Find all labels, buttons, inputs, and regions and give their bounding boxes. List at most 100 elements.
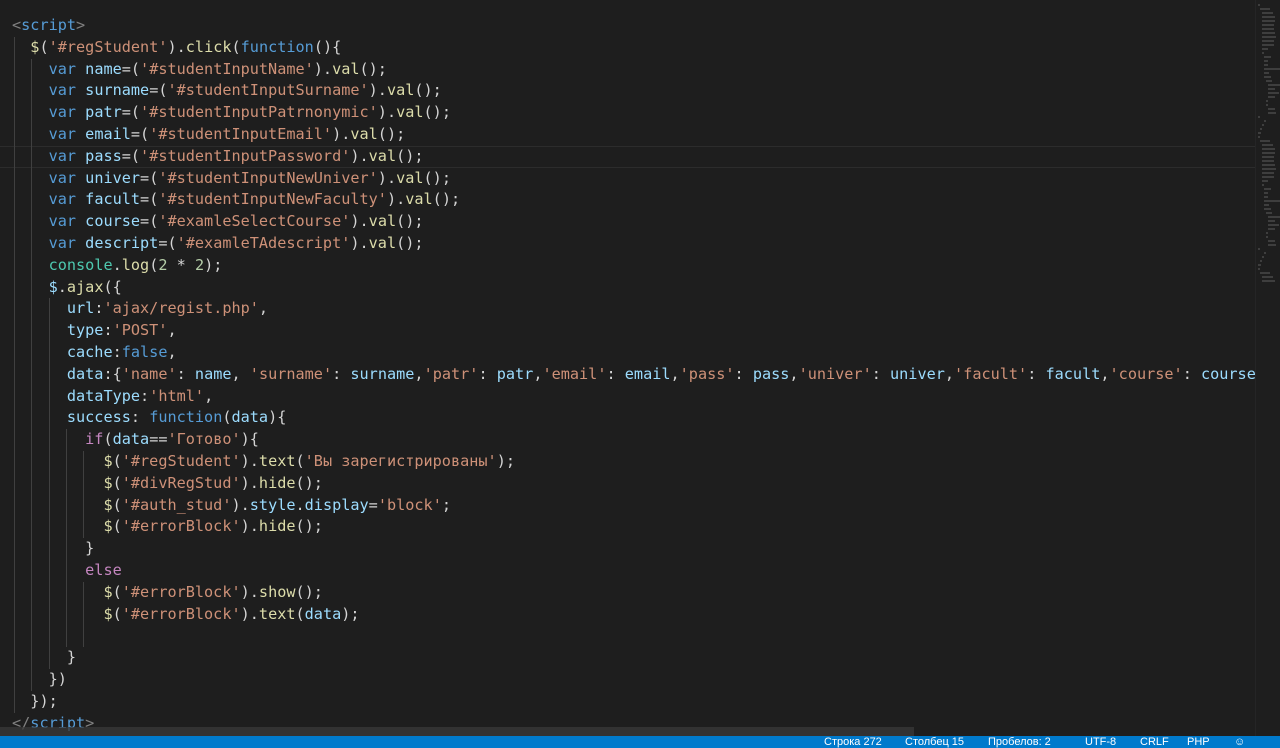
code-token-punct: =(: [140, 212, 159, 231]
code-line[interactable]: $('#errorBlock').text(data);: [12, 603, 1256, 626]
code-line[interactable]: else: [12, 559, 1256, 582]
code-token-punct: ();: [295, 582, 323, 601]
code-token-function: val: [396, 168, 424, 187]
indent-guide: [31, 625, 33, 648]
minimap-line: [1268, 88, 1276, 90]
minimap-line: [1260, 260, 1262, 262]
code-token-punct: (: [295, 451, 305, 470]
minimap-line: [1262, 160, 1275, 162]
code-line[interactable]: $('#regStudent').click(function(){: [12, 36, 1256, 59]
code-lines[interactable]: <script> $('#regStudent').click(function…: [0, 15, 1256, 734]
code-line[interactable]: url:'ajax/regist.php',: [12, 298, 1256, 321]
minimap-line: [1264, 60, 1268, 62]
code-line[interactable]: var descript=('#examleTAdescript').val()…: [12, 232, 1256, 255]
indentation: [12, 147, 49, 165]
code-token-punct: .: [295, 495, 305, 514]
code-token-punct: :: [1182, 364, 1201, 383]
minimap-line: [1268, 108, 1276, 110]
code-line[interactable]: $('#auth_stud').style.display='block';: [12, 494, 1256, 517]
code-line[interactable]: data:{'name': name, 'surname': surname,'…: [12, 363, 1256, 386]
minimap-line: [1262, 148, 1275, 150]
status-line-ending[interactable]: CRLF: [1140, 736, 1169, 748]
minimap-line: [1258, 136, 1261, 138]
code-token-punct: );: [341, 604, 360, 623]
code-line[interactable]: cache:false,: [12, 341, 1256, 364]
code-token-property: cache: [66, 342, 113, 361]
indent-guide: [65, 625, 67, 648]
code-line[interactable]: <script>: [12, 15, 1256, 37]
status-cursor-column[interactable]: Столбец 15: [905, 736, 964, 748]
code-token-punct: ,: [258, 299, 269, 318]
minimap-line: [1262, 276, 1274, 278]
code-line[interactable]: $('#regStudent').text('Вы зарегистрирова…: [12, 450, 1256, 473]
code-token-variable: data: [112, 430, 150, 449]
code-line[interactable]: var name=('#studentInputName').val();: [12, 58, 1256, 81]
code-token-punct: :: [871, 364, 891, 383]
code-token-tagname: script: [21, 16, 77, 34]
code-editor[interactable]: <script> $('#regStudent').click(function…: [0, 0, 1256, 736]
code-line[interactable]: var pass=('#studentInputPassword').val()…: [0, 145, 1256, 168]
code-token-punct: ==: [149, 430, 168, 449]
code-line[interactable]: var email=('#studentInputEmail').val();: [12, 123, 1256, 146]
code-line[interactable]: var surname=('#studentInputSurname').val…: [12, 80, 1256, 103]
code-line[interactable]: var facult=('#studentInputNewFaculty').v…: [12, 189, 1256, 212]
code-token-punct: ();: [295, 517, 323, 536]
code-token-variable: facult: [85, 190, 141, 209]
code-token-punct: ).: [313, 59, 333, 78]
minimap-line: [1262, 280, 1275, 282]
code-line[interactable]: [12, 625, 1256, 648]
code-token-function: val: [405, 190, 433, 209]
minimap-line: [1262, 156, 1274, 158]
code-token-keyword: var: [48, 233, 77, 252]
indentation: [12, 190, 49, 208]
code-token-keyword: var: [48, 190, 77, 209]
code-token-keyword: false: [121, 342, 168, 361]
minimap-line: [1266, 232, 1268, 234]
code-token-punct: ).: [377, 168, 397, 187]
code-token-punct: ();: [414, 81, 442, 100]
minimap-line: [1264, 208, 1272, 210]
code-line[interactable]: }: [12, 538, 1256, 560]
code-token-string: 'facult': [954, 364, 1028, 383]
code-line[interactable]: type:'POST',: [12, 320, 1256, 342]
feedback-icon[interactable]: ☺: [1234, 736, 1245, 748]
minimap-line: [1262, 180, 1268, 182]
code-token-function: $: [103, 604, 113, 623]
code-line[interactable]: var course=('#examleSelectCourse').val()…: [12, 211, 1256, 233]
status-indentation[interactable]: Пробелов: 2: [988, 736, 1051, 748]
code-line[interactable]: success: function(data){: [12, 407, 1256, 430]
indentation: [12, 648, 67, 666]
code-line[interactable]: $('#errorBlock').hide();: [12, 516, 1256, 539]
code-token-punct: [76, 190, 85, 208]
code-token-string: 'surname': [249, 364, 333, 383]
code-token-punct: ,: [231, 364, 250, 383]
minimap-line: [1262, 124, 1264, 126]
code-line[interactable]: console.log(2 * 2);: [12, 254, 1256, 277]
code-line[interactable]: $('#errorBlock').show();: [12, 581, 1256, 604]
code-token-punct: :: [176, 364, 195, 383]
code-token-function: $: [103, 473, 113, 492]
code-token-variable: patr: [85, 103, 122, 122]
code-line[interactable]: if(data=='Готово'){: [12, 429, 1256, 451]
code-token-punct: ).: [240, 517, 259, 536]
code-line[interactable]: dataType:'html',: [12, 385, 1256, 408]
code-line[interactable]: var univer=('#studentInputNewUniver').va…: [12, 167, 1256, 190]
code-token-control: if: [85, 430, 104, 449]
status-cursor-line[interactable]: Строка 272: [824, 736, 882, 748]
code-token-punct: (: [112, 473, 122, 492]
code-token-punct: =(: [130, 124, 150, 143]
code-line[interactable]: }): [12, 668, 1256, 691]
code-line[interactable]: $('#divRegStud').hide();: [12, 472, 1256, 495]
code-token-variable: name: [194, 364, 232, 383]
status-encoding[interactable]: UTF-8: [1085, 736, 1116, 748]
minimap[interactable]: [1255, 0, 1280, 736]
code-line[interactable]: }: [12, 647, 1256, 669]
code-token-punct: :: [734, 364, 753, 383]
code-line[interactable]: $.ajax({: [12, 276, 1256, 299]
code-token-string: '#studentInputPatrnonymic': [140, 103, 378, 122]
code-line[interactable]: var patr=('#studentInputPatrnonymic').va…: [12, 102, 1256, 124]
horizontal-scrollbar[interactable]: [0, 727, 914, 736]
status-language-mode[interactable]: PHP: [1187, 736, 1210, 748]
code-line[interactable]: });: [12, 690, 1256, 713]
code-token-punct: [76, 60, 85, 78]
